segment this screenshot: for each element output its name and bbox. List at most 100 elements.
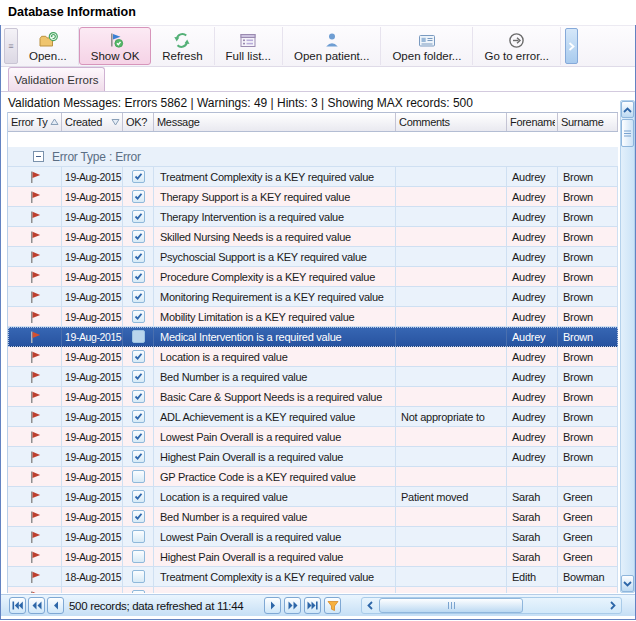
ok-checkbox-checked[interactable] <box>132 290 145 303</box>
table-row[interactable]: 19-Aug-2015Location is a required valueA… <box>8 347 618 367</box>
message-cell: Lowest Pain Overall is a required value <box>154 427 396 447</box>
toolbar-grip[interactable]: ≡ <box>4 28 18 64</box>
toolbar-button-open-folder[interactable]: Open folder... <box>381 27 473 65</box>
next-record-button[interactable] <box>264 597 281 614</box>
toolbar-button-full-list[interactable]: Full list... <box>215 27 283 65</box>
message-cell: Basic Care & Support Needs is a required… <box>154 387 396 407</box>
tab-validation-errors[interactable]: Validation Errors <box>8 67 105 91</box>
surname-cell: Brown <box>558 287 618 307</box>
created-cell: 19-Aug-2015 <box>62 167 123 187</box>
toolbar-button-refresh[interactable]: Refresh <box>151 27 214 65</box>
column-header-forename[interactable]: Forename <box>507 113 558 131</box>
created-cell: 19-Aug-2015 <box>62 487 123 507</box>
toolbar-button-open-patient[interactable]: Open patient... <box>283 27 381 65</box>
table-row[interactable]: 19-Aug-2015Monitoring Requirement is a K… <box>8 287 618 307</box>
toolbar-button-go-to-error[interactable]: Go to error... <box>473 27 561 65</box>
table-row[interactable]: 19-Aug-2015Location is a required valueP… <box>8 487 618 507</box>
scroll-down-button[interactable] <box>621 575 634 592</box>
table-row[interactable]: 19-Aug-2015Highest Pain Overall is a req… <box>8 547 618 567</box>
ok-checkbox-checked[interactable] <box>132 170 145 183</box>
table-row[interactable]: 19-Aug-2015Mobility Limitation is a KEY … <box>8 307 618 327</box>
full-list-icon <box>239 32 257 49</box>
column-header-ok[interactable]: OK? <box>123 113 154 131</box>
ok-checkbox-checked[interactable] <box>132 270 145 283</box>
column-header-label: Surname <box>561 116 615 128</box>
ok-checkbox-checked[interactable] <box>132 410 145 423</box>
scroll-right-button[interactable] <box>605 598 621 613</box>
ok-checkbox-checked[interactable] <box>132 310 145 323</box>
horizontal-scroll-thumb[interactable] <box>379 598 523 613</box>
table-row[interactable]: 19-Aug-2015Treatment Complexity is a KEY… <box>8 167 618 187</box>
ok-checkbox-checked[interactable] <box>132 490 145 503</box>
created-cell: 19-Aug-2015 <box>62 267 123 287</box>
ok-checkbox-checked[interactable] <box>132 510 145 523</box>
table-row[interactable]: 19-Aug-2015Bed Number is a required valu… <box>8 367 618 387</box>
table-row[interactable]: 19-Aug-2015ADL Achievement is a KEY requ… <box>8 407 618 427</box>
ok-checkbox-unchecked[interactable] <box>132 330 145 343</box>
column-header-comments[interactable]: Comments <box>396 113 507 131</box>
table-row[interactable]: 19-Aug-2015Bed Number is a required valu… <box>8 507 618 527</box>
message-text: Therapy Support is a KEY required value <box>160 191 350 203</box>
table-row[interactable]: 18-Aug-2015Therapy Support is a KEY requ… <box>8 587 618 593</box>
column-header-surname[interactable]: Surname <box>558 113 618 131</box>
ok-checkbox-checked[interactable] <box>132 450 145 463</box>
created-date: 19-Aug-2015 <box>65 191 121 203</box>
table-row[interactable]: 18-Aug-2015Treatment Complexity is a KEY… <box>8 567 618 587</box>
scroll-left-button[interactable] <box>362 598 378 613</box>
table-row[interactable]: 19-Aug-2015Therapy Intervention is a req… <box>8 207 618 227</box>
ok-checkbox-checked[interactable] <box>132 250 145 263</box>
tab-strip: Validation Errors <box>1 67 635 92</box>
prev-record-button[interactable] <box>47 597 64 614</box>
horizontal-scrollbar[interactable] <box>361 597 622 614</box>
table-row[interactable]: 19-Aug-2015GP Practice Code is a KEY req… <box>8 467 618 487</box>
column-header-error-ty[interactable]: Error Ty <box>8 113 62 131</box>
prev-page-button[interactable] <box>28 597 45 614</box>
toolbar-overflow-button[interactable] <box>565 28 578 64</box>
ok-checkbox-unchecked[interactable] <box>132 530 145 543</box>
table-row[interactable]: 19-Aug-2015Lowest Pain Overall is a requ… <box>8 427 618 447</box>
ok-checkbox-unchecked[interactable] <box>132 470 145 483</box>
collapse-group-icon[interactable] <box>33 151 44 162</box>
error-type-cell <box>8 227 62 247</box>
ok-checkbox-checked[interactable] <box>132 390 145 403</box>
table-row[interactable]: 19-Aug-2015Psychoscial Support is a KEY … <box>8 247 618 267</box>
surname-cell: Brown <box>558 227 618 247</box>
toolbar-button-open[interactable]: Open... <box>18 27 79 65</box>
table-row[interactable]: 19-Aug-2015Medical Intervention is a req… <box>8 327 618 347</box>
ok-checkbox-checked[interactable] <box>132 210 145 223</box>
vertical-scrollbar[interactable] <box>620 100 635 593</box>
ok-checkbox-checked[interactable] <box>132 370 145 383</box>
scroll-up-button[interactable] <box>621 101 634 118</box>
table-row[interactable]: 19-Aug-2015Procedure Complexity is a KEY… <box>8 267 618 287</box>
table-row[interactable]: 19-Aug-2015Skilled Nursing Needs is a re… <box>8 227 618 247</box>
ok-checkbox-checked[interactable] <box>132 230 145 243</box>
forename-text: Audrey <box>512 271 545 283</box>
column-header-message[interactable]: Message <box>154 113 396 131</box>
surname-text: Brown <box>563 251 593 263</box>
ok-checkbox-checked[interactable] <box>132 190 145 203</box>
ok-checkbox-checked[interactable] <box>132 350 145 363</box>
vertical-scroll-thumb[interactable] <box>621 119 634 147</box>
last-record-button[interactable] <box>304 597 321 614</box>
group-row[interactable]: Error Type : Error <box>8 147 618 167</box>
column-header-created[interactable]: Created <box>62 113 123 131</box>
ok-cell <box>123 487 154 507</box>
message-text: ADL Achievement is a KEY required value <box>160 411 355 423</box>
toolbar-button-show-ok[interactable]: Show OK <box>79 27 152 65</box>
table-row[interactable]: 19-Aug-2015Basic Care & Support Needs is… <box>8 387 618 407</box>
table-row[interactable]: 19-Aug-2015 Therapy Support is a KEY requ… <box>8 187 618 207</box>
table-row[interactable]: 19-Aug-2015Lowest Pain Overall is a requ… <box>8 527 618 547</box>
forename-text: Audrey <box>512 291 545 303</box>
first-record-button[interactable] <box>9 597 26 614</box>
table-row[interactable]: 19-Aug-2015Highest Pain Overall is a req… <box>8 447 618 467</box>
next-page-button[interactable] <box>284 597 301 614</box>
ok-checkbox-unchecked[interactable] <box>132 570 145 583</box>
ok-cell <box>123 427 154 447</box>
forename-cell <box>507 467 558 487</box>
comments-cell <box>396 467 507 487</box>
ok-checkbox-unchecked[interactable] <box>132 590 145 593</box>
filter-button[interactable] <box>324 597 341 614</box>
ok-checkbox-checked[interactable] <box>132 430 145 443</box>
created-cell: 19-Aug-2015 <box>62 467 123 487</box>
ok-checkbox-unchecked[interactable] <box>132 550 145 563</box>
